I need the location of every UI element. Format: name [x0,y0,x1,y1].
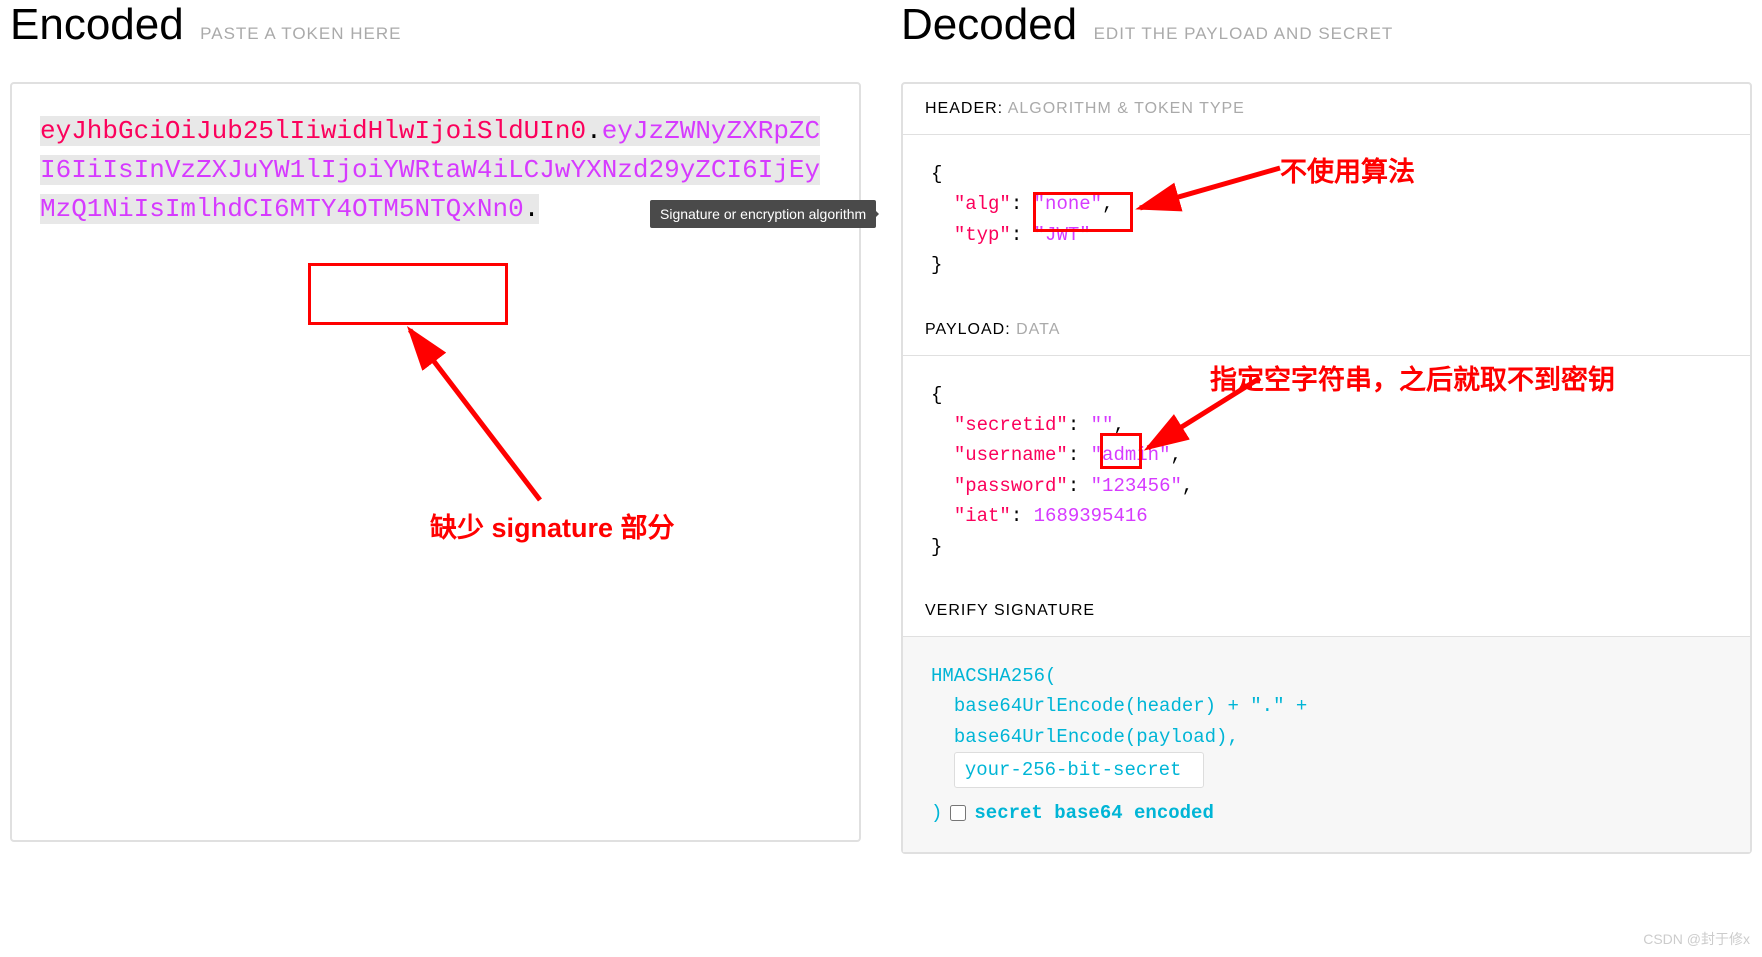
base64-checkbox[interactable] [950,805,966,821]
annotation-box-secretid-empty [1100,433,1142,469]
annotation-box-missing-sig [308,263,508,325]
secret-input[interactable] [954,752,1204,788]
annotation-text-empty-secret: 指定空字符串，之后就取不到密钥 [1210,358,1615,397]
header-section-label: HEADER: ALGORITHM & TOKEN TYPE [903,84,1750,134]
token-header-part: eyJhbGciOiJub25lIiwidHlwIjoiSldUIn0 [40,116,586,146]
annotation-text-no-alg: 不使用算法 [1280,150,1415,189]
encoded-title: Encoded [10,0,184,50]
decoded-title: Decoded [901,0,1077,50]
base64-checkbox-label[interactable]: secret base64 encoded [974,798,1213,828]
encoded-subtitle: PASTE A TOKEN HERE [200,24,401,43]
token-dot1: . [586,116,602,146]
decoded-subtitle: EDIT THE PAYLOAD AND SECRET [1094,24,1394,43]
token-dot2: . [524,194,540,224]
annotation-text-missing-sig: 缺少 signature 部分 [430,506,675,545]
tooltip-signature-algorithm: Signature or encryption algorithm [650,200,876,228]
signature-body: HMACSHA256( base64UrlEncode(header) + ".… [903,636,1750,853]
annotation-box-alg-none [1033,192,1133,232]
watermark: CSDN @封于修x [1643,929,1750,949]
signature-section-label: VERIFY SIGNATURE [903,586,1750,636]
arrow-empty-secret [1140,370,1270,460]
payload-section-label: PAYLOAD: DATA [903,305,1750,355]
arrow-no-alg [1130,160,1290,220]
arrow-missing-sig [400,320,580,510]
